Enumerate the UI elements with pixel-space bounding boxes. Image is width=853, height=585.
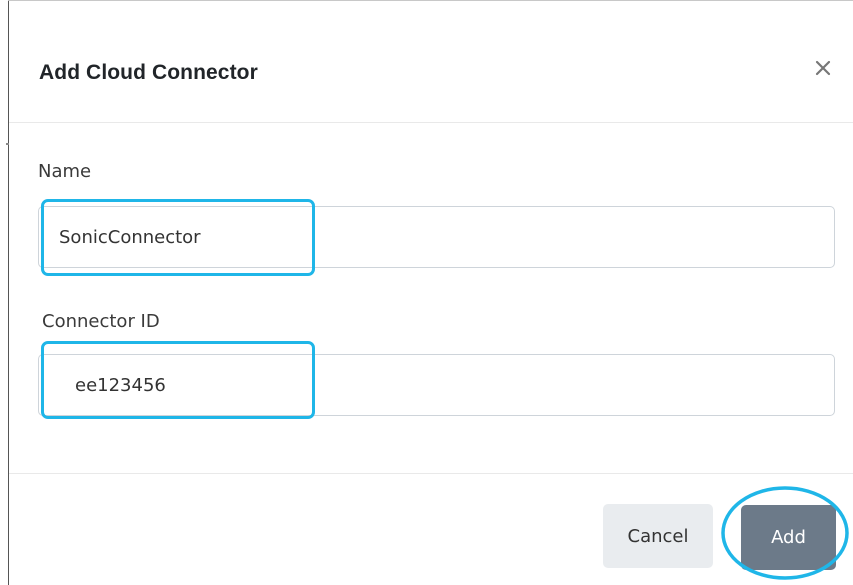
name-input[interactable] <box>38 206 835 268</box>
modal-header: Add Cloud Connector <box>9 1 853 123</box>
connector-id-input[interactable] <box>38 354 835 416</box>
background-mark <box>6 143 9 145</box>
name-label: Name <box>38 161 92 182</box>
cancel-button[interactable]: Cancel <box>603 504 713 568</box>
connector-id-label: Connector ID <box>42 311 160 332</box>
modal-title: Add Cloud Connector <box>39 61 258 84</box>
close-icon <box>815 60 831 76</box>
close-button[interactable] <box>810 55 836 81</box>
add-button[interactable]: Add <box>741 505 836 570</box>
modal-footer-divider <box>9 473 853 474</box>
page: Add Cloud Connector Name Connector ID Ca… <box>0 0 853 585</box>
